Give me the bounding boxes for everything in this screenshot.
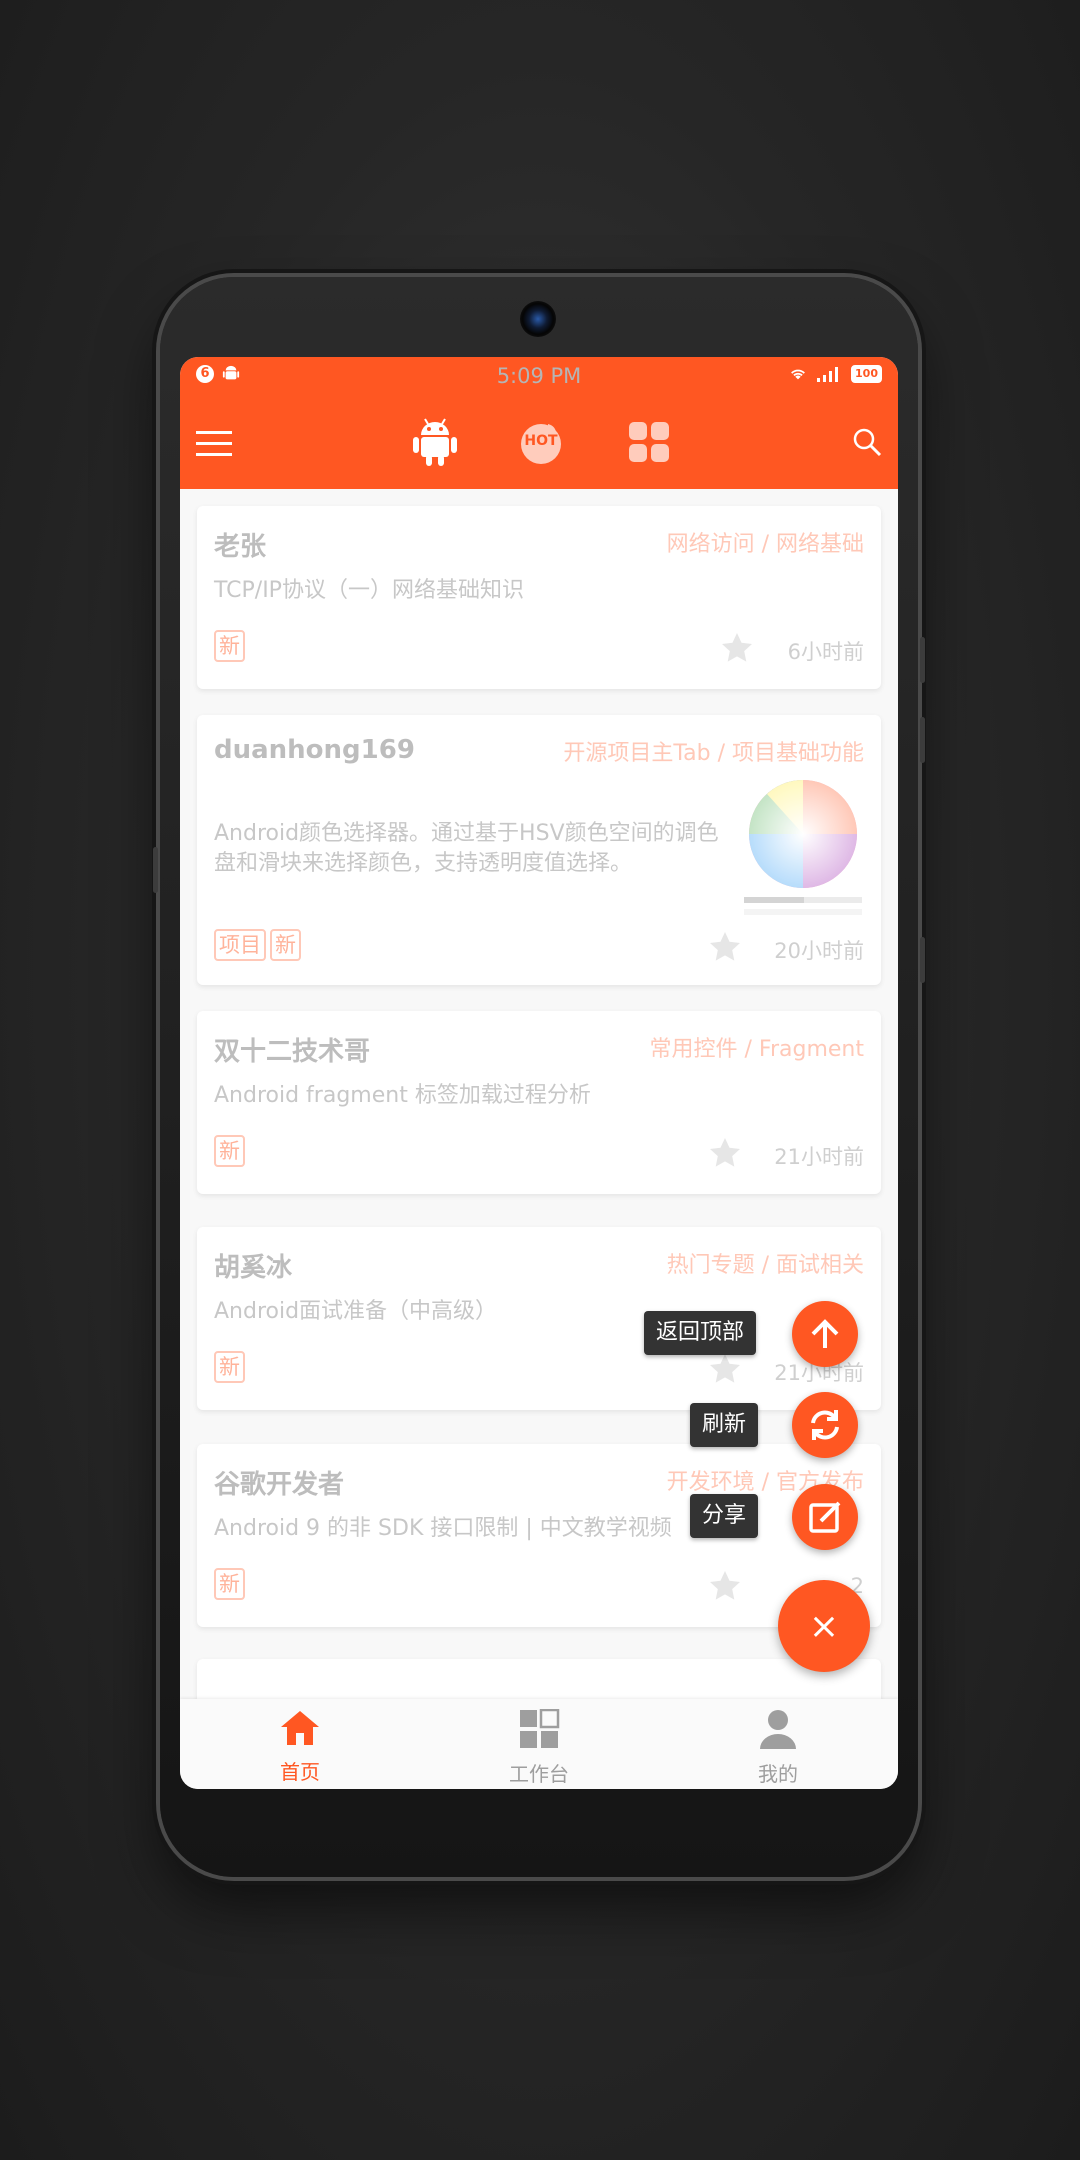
- tag-new: 新: [214, 630, 245, 662]
- article-thumbnail: [744, 780, 862, 915]
- fab-label-share[interactable]: 分享: [690, 1494, 759, 1538]
- bottom-navigation: 首页 工作台 我的: [180, 1699, 898, 1789]
- dashboard-icon: [520, 1708, 560, 1748]
- fab-label-refresh[interactable]: 刷新: [690, 1403, 759, 1447]
- article-author: 双十二技术哥: [214, 1037, 371, 1067]
- article-time: 21小时前: [774, 1145, 864, 1169]
- nav-item-mine[interactable]: 我的: [678, 1709, 878, 1787]
- article-card[interactable]: [197, 1659, 881, 1699]
- arrow-up-icon: [811, 1319, 839, 1348]
- phone-side-button: [920, 717, 925, 763]
- app-screen: 6 5:09 PM 100 HOT 老张 网络访问 / 网络基础 TCP/IP协…: [180, 357, 898, 1789]
- tag-list: 新: [214, 630, 245, 662]
- nav-label: 我的: [758, 1762, 798, 1786]
- article-category[interactable]: 常用控件 / Fragment: [650, 1031, 864, 1063]
- phone-side-button: [920, 637, 925, 683]
- phone-frame: 6 5:09 PM 100 HOT 老张 网络访问 / 网络基础 TCP/IP协…: [153, 277, 925, 1877]
- article-time: 20小时前: [774, 939, 864, 963]
- star-icon[interactable]: [719, 630, 755, 666]
- nav-label: 首页: [280, 1760, 320, 1784]
- article-category[interactable]: 开源项目主Tab / 项目基础功能: [563, 735, 864, 767]
- article-card[interactable]: 双十二技术哥 常用控件 / Fragment Android fragment …: [197, 1011, 881, 1194]
- tag-list: 新: [214, 1568, 245, 1600]
- hot-icon[interactable]: HOT: [518, 419, 564, 465]
- article-author: 胡奚冰: [214, 1253, 293, 1283]
- article-category[interactable]: 热门专题 / 面试相关: [667, 1247, 864, 1279]
- wifi-icon: [791, 369, 805, 380]
- article-feed[interactable]: 老张 网络访问 / 网络基础 TCP/IP协议（一）网络基础知识 新 6小时前 …: [180, 489, 898, 1699]
- tag-list: 新: [214, 1135, 245, 1167]
- front-camera: [520, 301, 556, 337]
- article-title: Android fragment 标签加载过程分析: [214, 1083, 591, 1108]
- article-card[interactable]: 谷歌开发者 开发环境 / 官方发布 Android 9 的非 SDK 接口限制 …: [197, 1444, 881, 1627]
- tag-new: 新: [270, 929, 301, 961]
- article-author: 谷歌开发者: [214, 1470, 345, 1500]
- search-icon[interactable]: [852, 427, 882, 457]
- article-title: Android面试准备（中高级）: [214, 1299, 498, 1324]
- tag-new: 新: [214, 1351, 245, 1383]
- article-card[interactable]: 老张 网络访问 / 网络基础 TCP/IP协议（一）网络基础知识 新 6小时前: [197, 506, 881, 689]
- refresh-button[interactable]: [792, 1392, 858, 1458]
- android-icon[interactable]: [412, 417, 458, 467]
- fab-label-back-to-top[interactable]: 返回顶部: [644, 1311, 757, 1355]
- share-button[interactable]: [792, 1484, 858, 1550]
- menu-icon[interactable]: [196, 429, 232, 457]
- article-card[interactable]: duanhong169 开源项目主Tab / 项目基础功能 Android颜色选…: [197, 715, 881, 985]
- tag-list: 新: [214, 1351, 245, 1383]
- tag-new: 新: [214, 1135, 245, 1167]
- fab-close-button[interactable]: ×: [778, 1580, 870, 1672]
- article-title: Android颜色选择器。通过基于HSV颜色空间的调色盘和滑块来选择颜色，支持透…: [214, 821, 719, 876]
- article-author: duanhong169: [214, 735, 415, 765]
- article-category[interactable]: 网络访问 / 网络基础: [667, 526, 864, 558]
- grid-icon[interactable]: [628, 421, 670, 463]
- status-bar: 6 5:09 PM 100: [180, 357, 898, 395]
- article-card[interactable]: 胡奚冰 热门专题 / 面试相关 Android面试准备（中高级） 新 21小时前: [197, 1227, 881, 1410]
- person-icon: [760, 1710, 796, 1749]
- nav-item-home[interactable]: 首页: [200, 1709, 400, 1785]
- tag-project: 项目: [214, 929, 266, 961]
- star-icon[interactable]: [707, 1568, 743, 1604]
- hot-label: HOT: [524, 433, 558, 449]
- article-title: TCP/IP协议（一）网络基础知识: [214, 578, 524, 603]
- refresh-icon: [811, 1410, 839, 1440]
- star-icon[interactable]: [707, 929, 743, 965]
- app-toolbar: HOT: [180, 395, 898, 489]
- star-icon[interactable]: [707, 1351, 743, 1387]
- nav-item-workbench[interactable]: 工作台: [439, 1708, 639, 1787]
- edit-share-icon: [809, 1501, 841, 1533]
- star-icon[interactable]: [707, 1135, 743, 1171]
- nav-label: 工作台: [509, 1762, 569, 1786]
- article-author: 老张: [214, 532, 267, 562]
- back-to-top-button[interactable]: [792, 1301, 858, 1367]
- signal-icon: [817, 367, 839, 382]
- home-icon: [281, 1711, 319, 1745]
- battery-icon: 100: [851, 365, 882, 383]
- tag-list: 项目 新: [214, 929, 301, 961]
- article-title: Android 9 的非 SDK 接口限制 | 中文教学视频: [214, 1516, 672, 1541]
- tag-new: 新: [214, 1568, 245, 1600]
- article-time: 6小时前: [787, 640, 864, 664]
- phone-side-button: [920, 937, 925, 983]
- phone-side-button: [153, 847, 158, 893]
